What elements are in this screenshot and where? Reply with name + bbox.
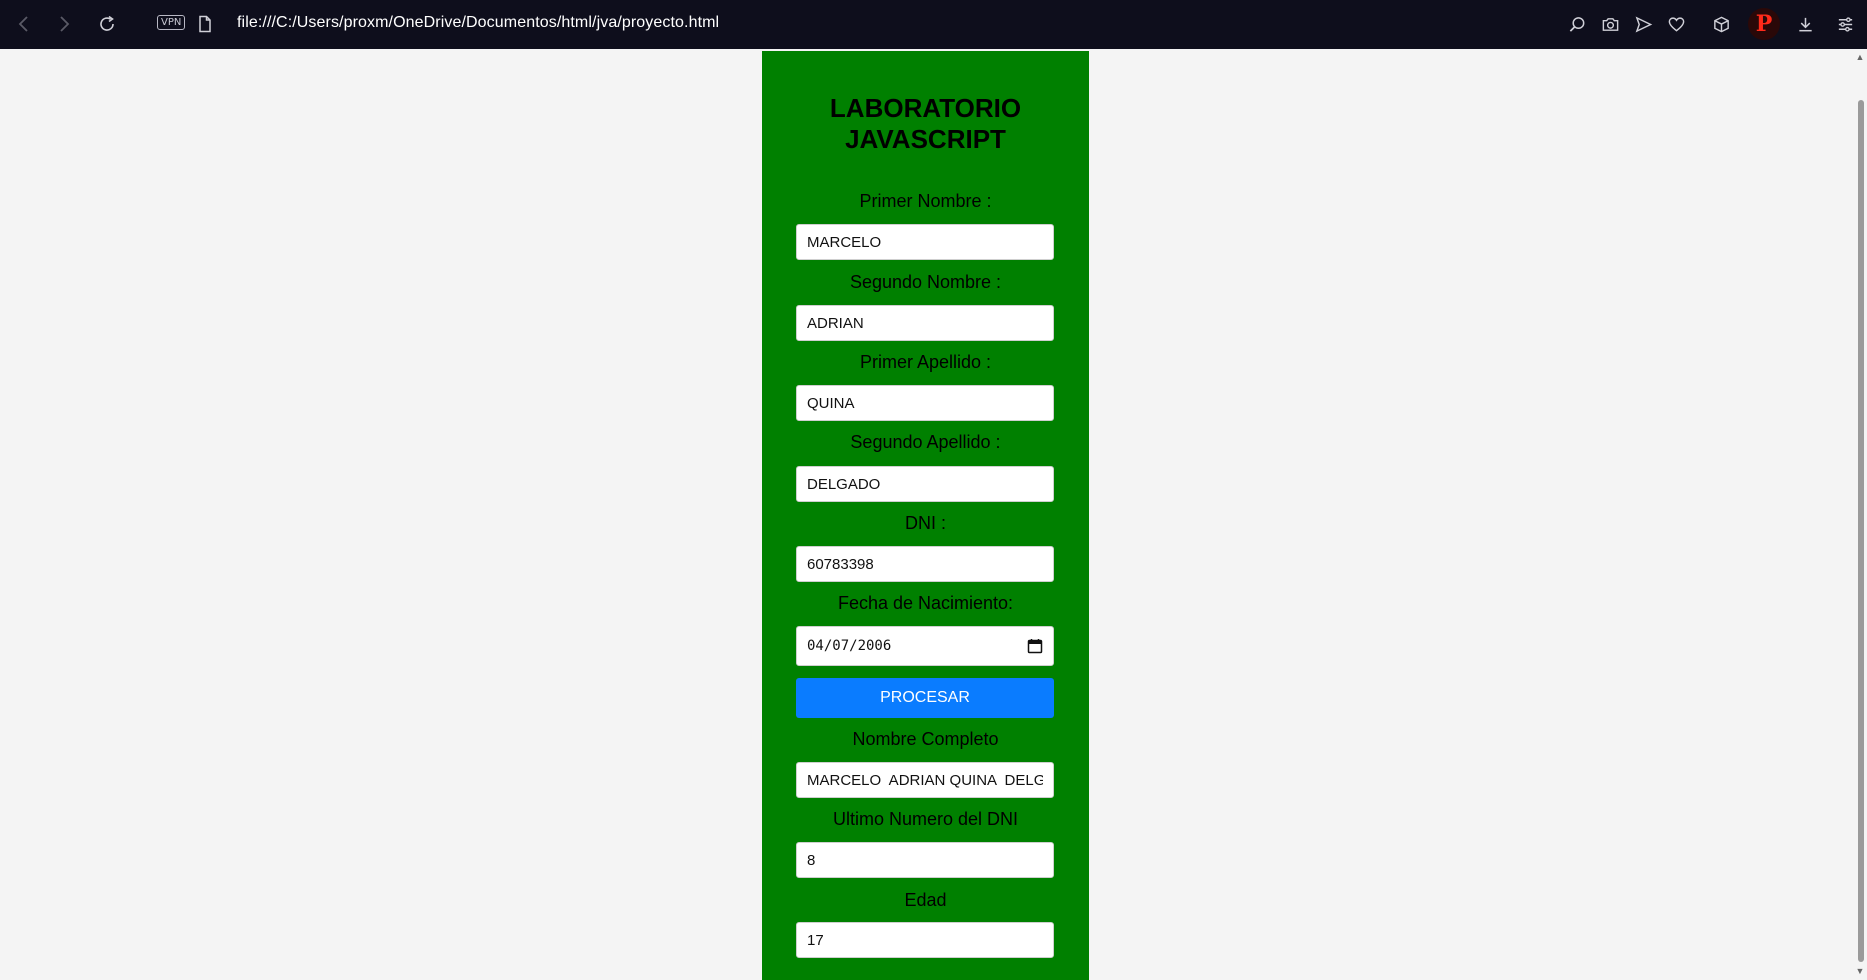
fecha-nacimiento-label: Fecha de Nacimiento: — [837, 593, 1014, 613]
page-info-button[interactable] — [193, 12, 217, 36]
fecha-nacimiento-input[interactable]: 04/07/2006 — [796, 626, 1054, 666]
back-button[interactable] — [12, 12, 36, 36]
browser-toolbar: VPN file:///C:/Users/proxm/OneDrive/Docu… — [0, 0, 1867, 49]
chevron-right-icon — [60, 16, 70, 32]
address-bar[interactable]: file:///C:/Users/proxm/OneDrive/Document… — [237, 14, 719, 32]
reload-button[interactable] — [95, 12, 119, 36]
segundo-nombre-input[interactable] — [796, 305, 1054, 341]
ultimo-numero-dni-output[interactable] — [796, 842, 1054, 878]
file-icon — [199, 15, 211, 33]
title-line-1: LABORATORIO — [829, 93, 1022, 123]
fecha-nacimiento-value: 04/07/2006 — [807, 638, 892, 654]
scroll-down-arrow-icon[interactable]: ▼ — [1855, 966, 1865, 976]
profile-avatar[interactable]: P — [1748, 8, 1780, 40]
segundo-nombre-label: Segundo Nombre : — [849, 272, 1002, 292]
edad-output[interactable] — [796, 922, 1054, 958]
primer-nombre-label: Primer Nombre : — [859, 191, 992, 211]
download-icon — [1798, 17, 1812, 31]
dni-label: DNI : — [904, 513, 946, 533]
primer-apellido-label: Primer Apellido : — [859, 352, 992, 372]
favorites-button[interactable] — [1664, 12, 1688, 36]
vpn-badge[interactable]: VPN — [157, 15, 186, 30]
send-icon — [1635, 15, 1652, 33]
send-button[interactable] — [1631, 12, 1655, 36]
nombre-completo-label: Nombre Completo — [852, 729, 999, 749]
scroll-up-arrow-icon[interactable]: ▲ — [1855, 52, 1865, 62]
snapshot-button[interactable] — [1598, 12, 1622, 36]
forward-button[interactable] — [52, 12, 76, 36]
chevron-left-icon — [18, 16, 28, 32]
dni-input[interactable] — [796, 546, 1054, 582]
settings-sliders-icon — [1838, 16, 1852, 32]
title-line-2: JAVASCRIPT — [845, 124, 1006, 154]
calendar-icon[interactable] — [1027, 638, 1043, 654]
edad-label: Edad — [904, 890, 947, 910]
scrollbar-thumb[interactable] — [1858, 100, 1864, 962]
cube-icon — [1713, 16, 1729, 32]
camera-icon — [1602, 17, 1618, 31]
search-page-button[interactable] — [1565, 12, 1589, 36]
segundo-apellido-label: Segundo Apellido : — [850, 432, 1001, 452]
heart-icon — [1668, 16, 1684, 32]
search-icon — [1569, 16, 1584, 32]
form-panel: LABORATORIO JAVASCRIPT Primer Nombre : S… — [762, 51, 1089, 980]
nombre-completo-output[interactable] — [796, 762, 1054, 798]
ultimo-numero-dni-label: Ultimo Numero del DNI — [832, 809, 1019, 829]
reload-icon — [100, 15, 114, 31]
easy-setup-button[interactable] — [1833, 12, 1857, 36]
procesar-button[interactable]: PROCESAR — [796, 678, 1054, 718]
page-title: LABORATORIO JAVASCRIPT — [762, 93, 1089, 155]
primer-apellido-input[interactable] — [796, 385, 1054, 421]
downloads-button[interactable] — [1793, 12, 1817, 36]
segundo-apellido-input[interactable] — [796, 466, 1054, 502]
primer-nombre-input[interactable] — [796, 224, 1054, 260]
extensions-button[interactable] — [1709, 12, 1733, 36]
